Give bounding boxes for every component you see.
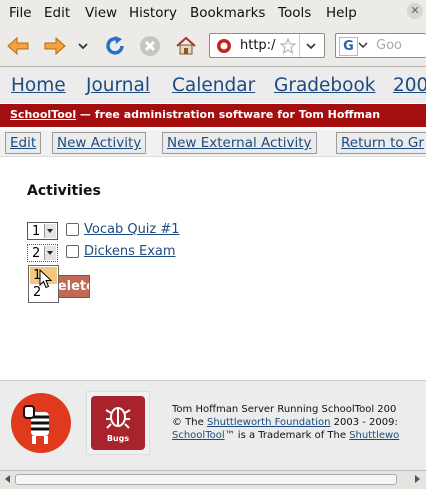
position-select[interactable]: 1	[27, 222, 58, 240]
menu-view[interactable]: View	[85, 5, 117, 21]
page-footer: Bugs Tom Hoffman Server Running SchoolTo…	[0, 380, 426, 470]
chevron-down-icon[interactable]	[44, 224, 56, 238]
url-text[interactable]: http:/	[240, 38, 275, 53]
reload-icon[interactable]	[103, 34, 127, 58]
browser-window: File Edit View History Bookmarks Tools H…	[0, 0, 426, 489]
schooltool-zebra-logo-icon[interactable]	[10, 392, 72, 454]
close-icon[interactable]: ✕	[407, 3, 423, 19]
nav-calendar[interactable]: Calendar	[172, 75, 255, 96]
history-dropdown-icon[interactable]	[76, 34, 90, 58]
position-value: 2	[32, 246, 41, 261]
bookmark-star-icon[interactable]	[280, 38, 296, 54]
shuttleworth-link[interactable]: Shuttlewo	[349, 430, 399, 441]
edit-button[interactable]: Edit	[5, 132, 42, 154]
search-bar[interactable]: G Goo	[335, 33, 426, 58]
nav-gradebook[interactable]: Gradebook	[274, 75, 376, 96]
menu-history[interactable]: History	[129, 5, 177, 21]
new-external-activity-button[interactable]: New External Activity	[162, 132, 317, 154]
navigation-toolbar: http:/ G Goo	[0, 26, 426, 67]
horizontal-scrollbar[interactable]	[0, 470, 426, 489]
page-content: Home Journal Calendar Gradebook 200 Scho…	[0, 67, 426, 470]
stop-icon[interactable]	[138, 34, 162, 58]
mouse-pointer-icon	[39, 269, 52, 289]
site-banner: SchoolTool — free administration softwar…	[0, 104, 426, 127]
back-arrow-icon[interactable]	[6, 34, 30, 58]
bugs-label: Bugs	[106, 434, 130, 443]
activity-link[interactable]: Vocab Quiz #1	[84, 222, 180, 237]
nav-home[interactable]: Home	[11, 75, 66, 96]
action-bar: Edit New Activity New External Activity …	[0, 130, 426, 157]
url-dropdown-icon[interactable]	[304, 39, 318, 53]
activity-link[interactable]: Dickens Exam	[84, 244, 176, 259]
top-navigation: Home Journal Calendar Gradebook 200	[0, 67, 426, 103]
google-search-engine-icon[interactable]: G	[339, 37, 358, 56]
footer-server-line: Tom Hoffman Server Running SchoolTool 20…	[172, 404, 397, 415]
footer-trademark-line: SchoolTool™ is a Trademark of The Shuttl…	[172, 430, 400, 441]
url-bar[interactable]: http:/	[209, 33, 325, 58]
page-title: Activities	[27, 183, 101, 199]
bugs-link[interactable]: Bugs	[86, 391, 150, 455]
schooltool-link[interactable]: SchoolTool	[172, 430, 225, 441]
footer-copyright-line: © The Shuttleworth Foundation 2003 - 200…	[172, 417, 398, 428]
return-to-gradebook-button[interactable]: Return to Gr	[336, 132, 426, 154]
home-icon[interactable]	[174, 34, 198, 58]
menu-file[interactable]: File	[9, 5, 32, 21]
scroll-left-icon[interactable]	[2, 473, 14, 485]
search-input[interactable]: Goo	[376, 38, 402, 53]
position-select[interactable]: 2	[27, 244, 58, 262]
menu-bookmarks[interactable]: Bookmarks	[190, 5, 265, 21]
new-activity-button[interactable]: New Activity	[52, 132, 147, 154]
site-favicon-icon	[217, 39, 231, 53]
banner-text: — free administration software for Tom H…	[76, 108, 381, 121]
scrollbar-thumb[interactable]	[15, 474, 397, 485]
forward-arrow-icon[interactable]	[43, 34, 67, 58]
banner-brand-link[interactable]: SchoolTool	[10, 108, 76, 121]
activity-checkbox[interactable]	[66, 223, 79, 236]
activity-checkbox[interactable]	[66, 245, 79, 258]
menu-bar: File Edit View History Bookmarks Tools H…	[0, 0, 426, 26]
bug-icon	[105, 407, 131, 429]
search-engine-dropdown-icon[interactable]	[358, 40, 368, 50]
nav-journal[interactable]: Journal	[86, 75, 150, 96]
nav-year[interactable]: 200	[393, 75, 426, 96]
menu-edit[interactable]: Edit	[44, 5, 70, 21]
scroll-right-icon[interactable]	[411, 473, 423, 485]
position-value: 1	[32, 224, 41, 239]
menu-tools[interactable]: Tools	[278, 5, 311, 21]
chevron-down-icon[interactable]	[44, 246, 56, 260]
shuttleworth-link[interactable]: Shuttleworth Foundation	[207, 417, 330, 428]
menu-help[interactable]: Help	[326, 5, 357, 21]
